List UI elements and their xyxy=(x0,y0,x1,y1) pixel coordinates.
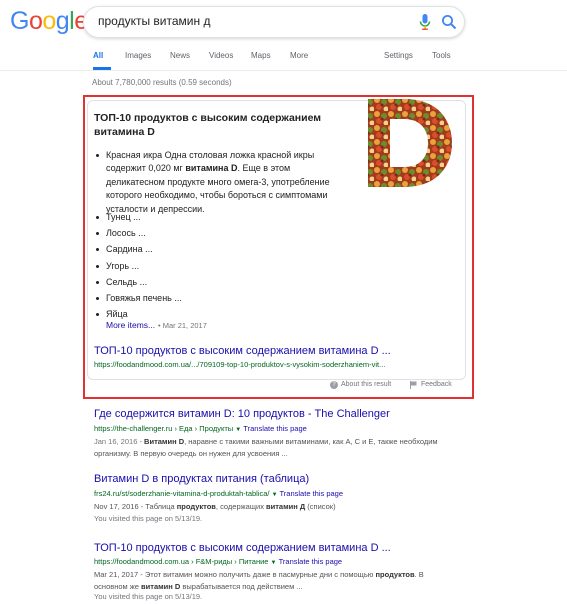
snippet-title: ТОП-10 продуктов с высоким содержанием в… xyxy=(94,112,322,138)
tab-videos[interactable]: Videos xyxy=(209,51,233,60)
result-url: https://foodandmood.com.ua › F&M-риды › … xyxy=(94,557,343,566)
search-box[interactable] xyxy=(83,6,465,38)
dropdown-arrow-icon[interactable]: ▼ xyxy=(235,427,241,433)
snippet-date: • Mar 21, 2017 xyxy=(158,321,207,330)
feedback-flag-icon[interactable] xyxy=(410,381,417,389)
bullet-dot xyxy=(96,313,99,316)
snippet-list-item: Тунец ... xyxy=(106,212,141,222)
result-snippet: Jan 16, 2016 - Витамин D, наравне с таки… xyxy=(94,437,438,458)
translate-link[interactable]: Translate this page xyxy=(243,424,307,433)
search-tabs: All Images News Videos Maps More Setting… xyxy=(0,44,567,71)
feedback-link[interactable]: Feedback xyxy=(421,381,452,388)
snippet-source-link[interactable]: ТОП-10 продуктов с высоким содержанием в… xyxy=(94,345,391,357)
search-icon[interactable] xyxy=(441,14,457,30)
tab-all[interactable]: All xyxy=(93,51,103,60)
snippet-list-item: Лосось ... xyxy=(106,228,146,238)
question-icon[interactable]: ? xyxy=(330,381,338,389)
bullet-dot xyxy=(96,281,99,284)
bullet-dot xyxy=(96,216,99,219)
search-input[interactable] xyxy=(98,14,398,28)
result-title[interactable]: Где содержится витамин D: 10 продуктов -… xyxy=(94,408,390,420)
result-snippet: Nov 17, 2016 - Таблица продуктов, содерж… xyxy=(94,502,336,511)
snippet-source-url: https://foodandmood.com.ua/.../709109-to… xyxy=(94,360,386,369)
visited-note: You visited this page on 5/13/19. xyxy=(94,592,203,601)
tab-maps[interactable]: Maps xyxy=(251,51,271,60)
snippet-list-item: Говяжья печень ... xyxy=(106,293,182,303)
dropdown-arrow-icon[interactable]: ▼ xyxy=(272,492,278,498)
tab-tools[interactable]: Tools xyxy=(432,51,451,60)
result-url: frs24.ru/st/soderzhanie-vitamina-d-produ… xyxy=(94,489,344,498)
active-tab-indicator xyxy=(93,67,111,70)
translate-link[interactable]: Translate this page xyxy=(279,557,343,566)
microphone-icon[interactable] xyxy=(418,14,432,30)
bullet-dot xyxy=(96,154,99,157)
snippet-first-bullet: Красная икра Одна столовая ложка красной… xyxy=(106,150,330,214)
dropdown-arrow-icon[interactable]: ▼ xyxy=(271,560,277,566)
snippet-list-item: Яйца xyxy=(106,309,128,319)
tab-images[interactable]: Images xyxy=(125,51,151,60)
vitamin-d-food-image[interactable] xyxy=(360,97,456,189)
tab-settings[interactable]: Settings xyxy=(384,51,413,60)
snippet-footer: ? About this result Feedback xyxy=(87,378,464,392)
google-logo[interactable]: Google xyxy=(10,7,88,36)
snippet-list-item: Сардина ... xyxy=(106,244,153,254)
bullet-dot xyxy=(96,265,99,268)
tab-news[interactable]: News xyxy=(170,51,190,60)
bullet-dot xyxy=(96,248,99,251)
bullet-dot xyxy=(96,232,99,235)
result-url: https://the-challenger.ru › Еда › Продук… xyxy=(94,424,307,433)
more-items-link[interactable]: More items... xyxy=(106,320,155,330)
about-this-result-link[interactable]: About this result xyxy=(341,381,391,388)
result-snippet: Mar 21, 2017 - Этот витамин можно получи… xyxy=(94,570,424,591)
visited-note: You visited this page on 5/13/19. xyxy=(94,514,203,523)
result-title[interactable]: ТОП-10 продуктов с высоким содержанием в… xyxy=(94,542,391,554)
result-stats: About 7,780,000 results (0.59 seconds) xyxy=(92,78,232,87)
snippet-list-item: Сельдь ... xyxy=(106,277,148,287)
translate-link[interactable]: Translate this page xyxy=(280,489,344,498)
result-title[interactable]: Витамин D в продуктах питания (таблица) xyxy=(94,473,309,485)
bullet-dot xyxy=(96,297,99,300)
snippet-list-item: Угорь ... xyxy=(106,261,140,271)
tab-more[interactable]: More xyxy=(290,51,308,60)
